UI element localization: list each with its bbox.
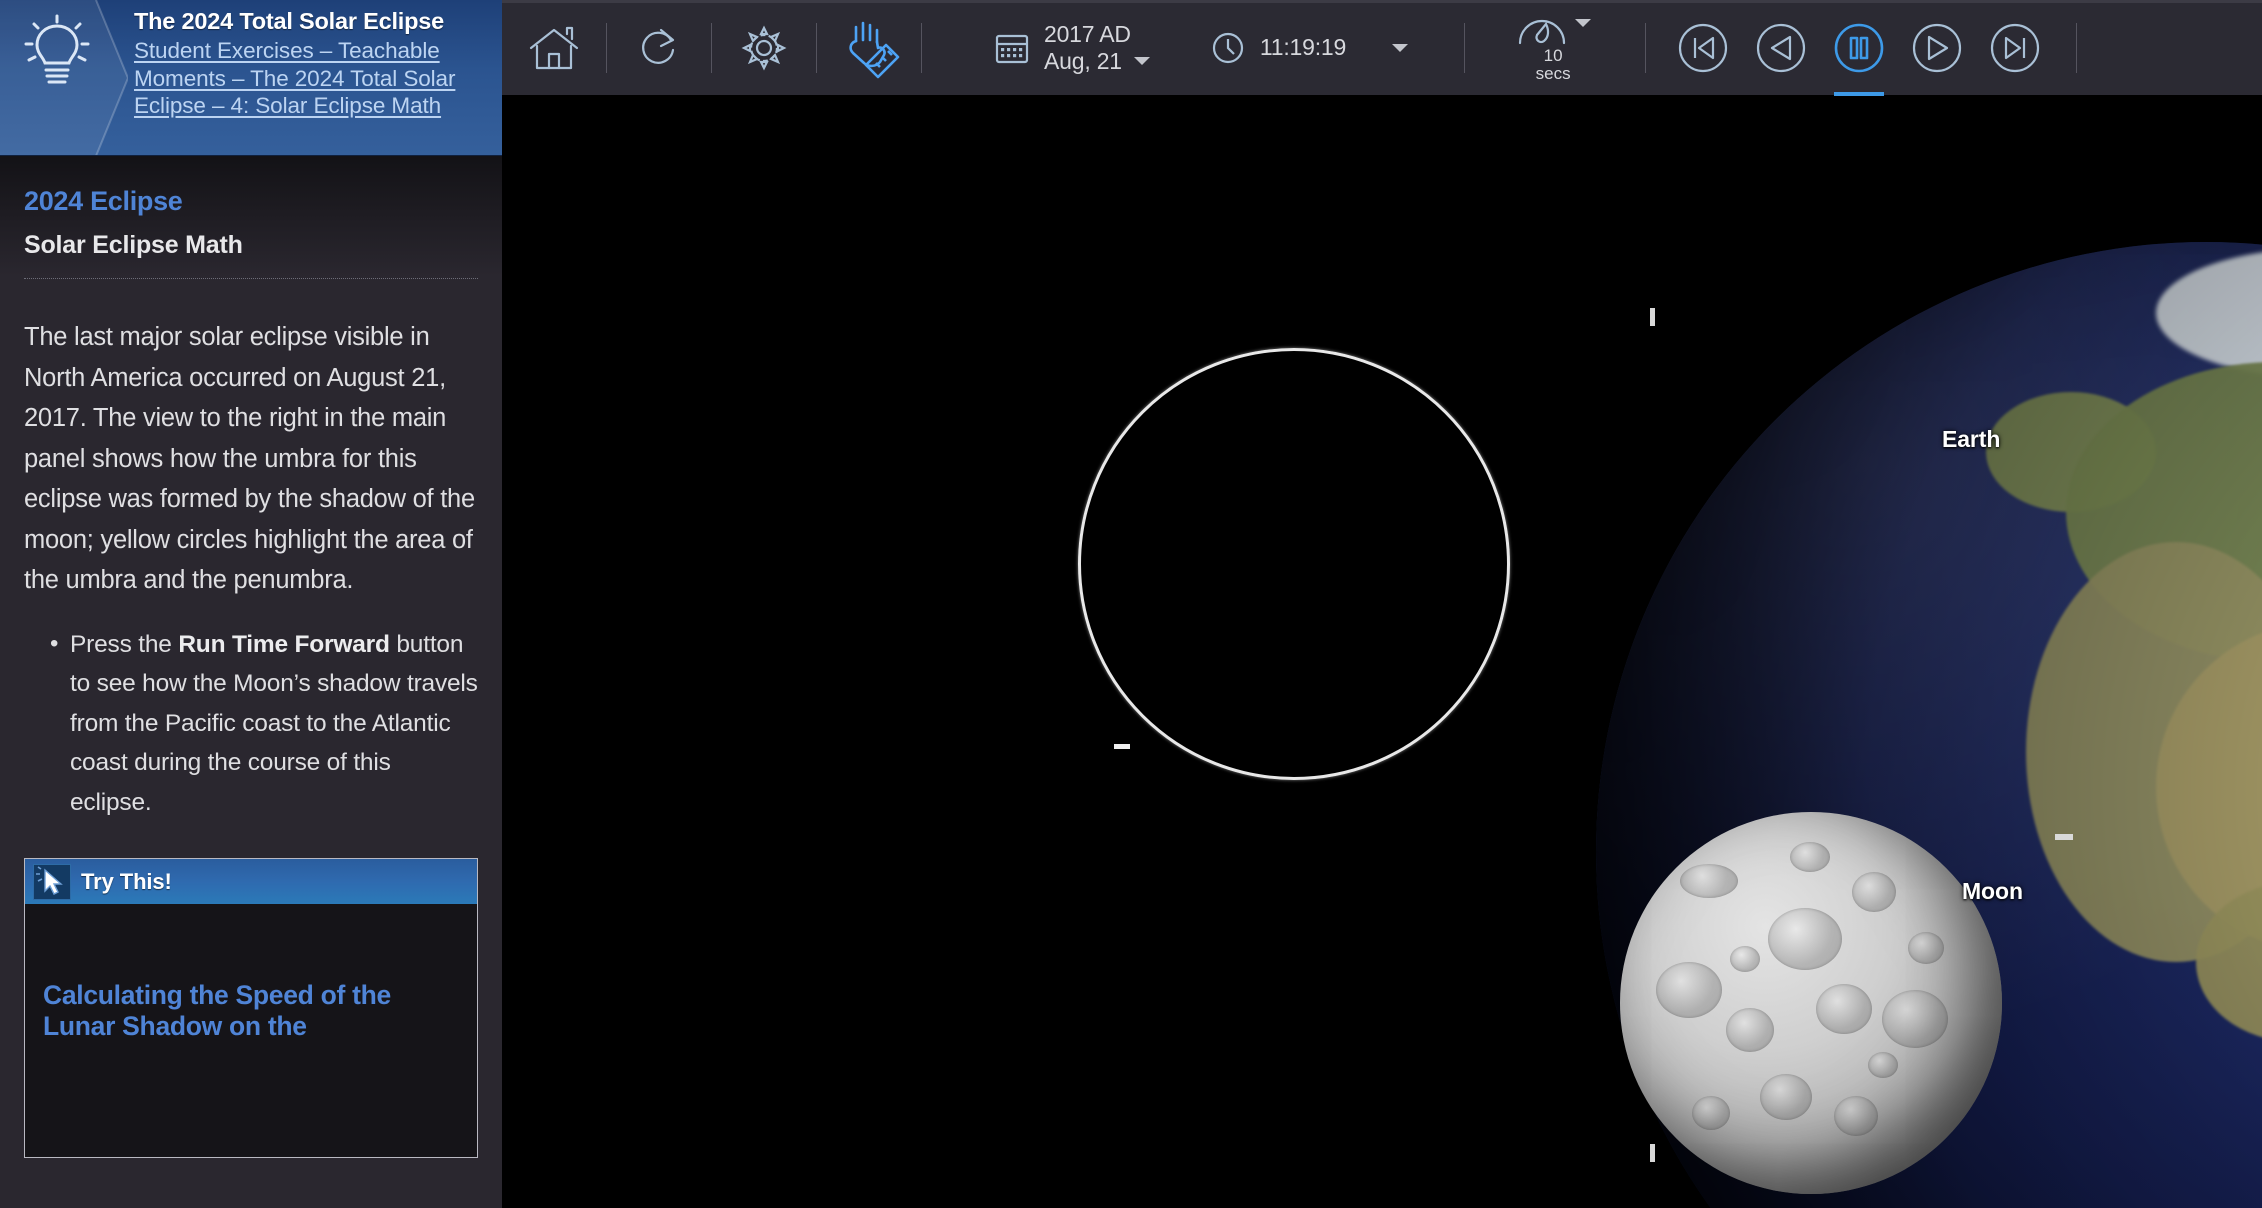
breadcrumb-link[interactable]: Student Exercises – Teachable Moments – … [134, 37, 494, 120]
chevron-down-icon[interactable] [1392, 43, 1409, 52]
run-time-forward-button[interactable] [1898, 0, 1976, 96]
list-item: Press the Run Time Forward button to see… [24, 624, 478, 823]
calendar-icon [995, 34, 1029, 63]
time-rate-unit: secs [1535, 63, 1571, 83]
reload-button[interactable] [607, 0, 711, 96]
home-button[interactable] [502, 0, 606, 96]
lesson-title: The 2024 Total Solar Eclipse [134, 8, 445, 34]
play-forward-icon [1913, 23, 1962, 72]
time-control[interactable]: 11:19:19 [1210, 0, 1409, 96]
mouse-pointer-icon [33, 863, 71, 900]
orientation-tick-right [2055, 834, 2073, 840]
instruction-list: Press the Run Time Forward button to see… [24, 624, 478, 823]
intro-paragraph: The last major solar eclipse visible in … [24, 323, 475, 594]
time-rate-value: 10 [1543, 45, 1563, 65]
skip-to-end-button[interactable] [1976, 0, 2054, 96]
gear-icon [741, 25, 787, 70]
skip-to-start-button[interactable] [1664, 0, 1742, 96]
clock-icon [1212, 32, 1243, 63]
divider [24, 278, 478, 279]
run-time-backward-button[interactable] [1742, 0, 1820, 96]
application-window: The 2024 Total Solar Eclipse Student Exe… [0, 0, 2262, 1208]
play-backward-icon [1757, 23, 1806, 72]
date-monthday: Aug, 21 [1044, 47, 1122, 74]
chevron-down-icon[interactable] [1133, 57, 1150, 65]
date-year: 2017 AD [1044, 20, 1131, 47]
date-control[interactable]: 2017 AD Aug, 21 [994, 0, 1150, 96]
try-this-header: Try This! [25, 859, 477, 904]
pause-button[interactable] [1820, 0, 1898, 96]
reload-icon [642, 28, 675, 64]
main-toolbar: 2017 AD Aug, 21 11:19:19 10 secs [502, 0, 2262, 96]
bullet-text-after: button to see how the Moon’s shadow trav… [70, 630, 478, 816]
hand-ruler-icon [849, 21, 900, 78]
page-title: Solar Eclipse Math [24, 231, 243, 259]
chevron-down-icon[interactable] [1575, 18, 1592, 27]
time-value: 11:19:19 [1259, 34, 1347, 60]
skip-forward-icon [1991, 23, 2040, 72]
orientation-tick-bottom [1650, 1144, 1655, 1162]
toolbar-separator [1464, 22, 1466, 73]
home-icon [529, 26, 579, 69]
speedometer-icon [1519, 19, 1566, 44]
umbra-marker [1114, 744, 1130, 749]
lightbulb-icon [20, 12, 94, 92]
simulation-viewport[interactable]: Earth Moon [502, 96, 2262, 1208]
bullet-text-bold: Run Time Forward [178, 630, 390, 658]
toolbar-separator [1645, 22, 1647, 73]
bullet-text-before: Press the [70, 630, 179, 658]
penumbra-outline [1078, 348, 1510, 780]
pause-icon [1834, 23, 1884, 72]
orientation-tick-top [1650, 308, 1655, 326]
skip-back-icon [1679, 23, 1728, 72]
toolbar-separator [2076, 22, 2078, 73]
lesson-eyebrow: 2024 Eclipse [24, 186, 183, 216]
settings-button[interactable] [712, 0, 816, 96]
moon-label: Moon [1962, 878, 2023, 904]
lesson-header-banner: The 2024 Total Solar Eclipse Student Exe… [0, 0, 502, 156]
moon-globe[interactable] [1620, 812, 2002, 1194]
try-this-label: Try This! [81, 868, 172, 894]
try-this-panel: Try This! Calculating the Speed of the L… [24, 858, 478, 1158]
navigation-tool-button[interactable] [817, 0, 921, 96]
lesson-content: 2024 Eclipse Solar Eclipse Math The last… [0, 156, 502, 1208]
try-this-heading: Calculating the Speed of the Lunar Shado… [43, 980, 391, 1041]
time-rate-control[interactable]: 10 secs [1501, 0, 1605, 96]
toolbar-separator [921, 22, 922, 73]
lesson-sidebar: The 2024 Total Solar Eclipse Student Exe… [0, 0, 502, 1208]
earth-label: Earth [1942, 426, 2001, 452]
